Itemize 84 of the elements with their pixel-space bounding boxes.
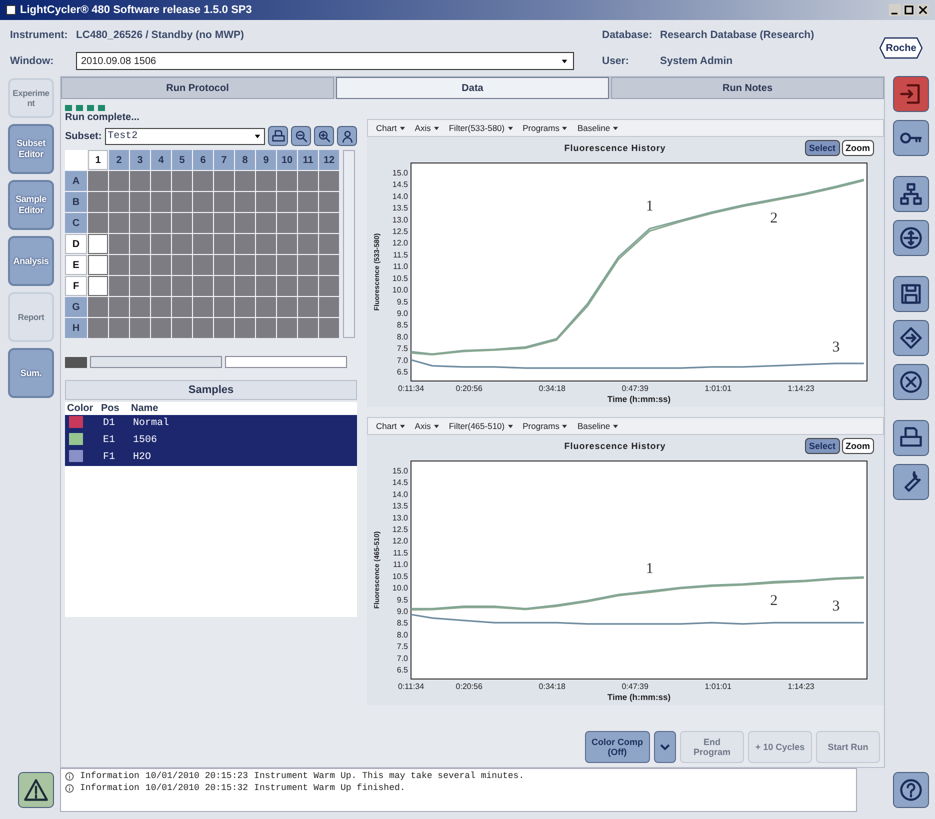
axis-tick-label: 6.5 xyxy=(396,666,408,675)
field-label: Window: xyxy=(10,55,55,67)
axis-tick-label: 10.0 xyxy=(392,286,408,295)
table-cell-text: F1 xyxy=(103,452,116,463)
axis-tick-label: 15.0 xyxy=(392,168,408,178)
curve-label: 1 xyxy=(646,561,654,578)
axis-tick-label: 0:11:34 xyxy=(398,384,424,393)
axis-tick-label: 1:14:23 xyxy=(788,384,814,393)
axis-tick-label: 14.0 xyxy=(392,192,408,201)
window-title: LightCycler® 480 Software release 1.5.0 SP3 xyxy=(20,4,253,16)
axis-tick-label: 9.5 xyxy=(396,595,408,604)
axis-tick-label: 10.5 xyxy=(392,274,408,283)
axis-tick-label: 0:11:34 xyxy=(398,682,424,691)
axis-tick-label: 11.0 xyxy=(393,560,408,570)
panel-title: Samples xyxy=(65,380,357,400)
log-level: Information xyxy=(80,771,140,781)
axis-tick-label: 8.5 xyxy=(396,618,408,628)
table-cell-text: 1506 xyxy=(133,435,158,446)
column-header: Pos xyxy=(100,402,120,415)
axis-tick-label: 9.0 xyxy=(396,607,408,616)
axis-tick-label: 10.5 xyxy=(392,572,408,581)
table-cell-text: H2O xyxy=(133,452,152,463)
axis-tick-label: 1:01:01 xyxy=(704,682,732,691)
log-message: Instrument Warm Up. This may take several minutes. xyxy=(254,771,524,781)
chart-title: Fluorescence History xyxy=(563,441,667,451)
axis-tick-label: 12.0 xyxy=(392,536,408,546)
field-label: User: xyxy=(602,55,630,67)
axis-tick-label: 0:34:18 xyxy=(538,682,566,691)
axis-tick-label: 13.5 xyxy=(392,204,408,213)
axis-tick-label: 13.0 xyxy=(392,513,408,522)
user-name: System Admin xyxy=(660,55,734,67)
axis-tick-label: 6.5 xyxy=(396,368,408,377)
axis-tick-label: 13.5 xyxy=(392,502,408,511)
column-header: Color xyxy=(66,402,94,415)
axis-tick-label: 12.5 xyxy=(392,524,408,534)
axis-tick-label: 14.0 xyxy=(392,490,408,499)
curve-label: 3 xyxy=(832,598,840,615)
axis-tick-label: 9.5 xyxy=(396,297,408,306)
axis-tick-label: 9.0 xyxy=(396,309,408,318)
axis-tick-label: 11.5 xyxy=(393,250,408,260)
axis-tick-label: 0:47:39 xyxy=(622,384,648,393)
field-label: Database: xyxy=(602,29,654,41)
run-status: Run complete... xyxy=(65,112,140,123)
axis-title: Time (h:mm:ss) xyxy=(607,692,671,702)
axis-tick-label: 15.0 xyxy=(392,466,408,476)
axis-tick-label: 0:34:18 xyxy=(538,384,566,393)
chart-title: Fluorescence History xyxy=(563,143,667,153)
axis-tick-label: 8.5 xyxy=(396,320,408,330)
axis-tick-label: 0:47:39 xyxy=(622,682,648,691)
axis-tick-label: 8.0 xyxy=(396,332,408,342)
axis-tick-label: 14.5 xyxy=(392,478,408,488)
axis-tick-label: 8.0 xyxy=(396,630,408,640)
axis-tick-label: 1:01:01 xyxy=(704,384,732,393)
log-level: Information xyxy=(80,783,140,793)
axis-tick-label: 12.5 xyxy=(392,226,408,236)
axis-tick-label: 7.0 xyxy=(396,654,408,663)
axis-tick-label: 12.0 xyxy=(392,238,408,248)
curve-label: 3 xyxy=(832,339,840,356)
log-message: Instrument Warm Up finished. xyxy=(254,783,406,793)
field-label: Subset: xyxy=(65,130,102,142)
axis-tick-label: 7.0 xyxy=(396,356,408,365)
axis-tick-label: 1:14:23 xyxy=(788,682,814,691)
table-cell-text: Normal xyxy=(133,418,170,429)
axis-tick-label: 11.5 xyxy=(393,548,408,558)
axis-tick-label: 14.5 xyxy=(392,180,408,190)
table-cell-text: E1 xyxy=(103,435,116,446)
database-name: Research Database (Research) xyxy=(660,29,816,41)
curve-label: 2 xyxy=(770,210,778,226)
table-cell-text: D1 xyxy=(103,418,116,429)
axis-tick-label: 13.0 xyxy=(392,215,408,224)
axis-tick-label: 7.5 xyxy=(396,642,408,652)
axis-title: Time (h:mm:ss) xyxy=(607,394,671,404)
log-time: 10/01/2010 20:15:23 xyxy=(145,771,248,781)
log-time: 10/01/2010 20:15:32 xyxy=(145,783,248,793)
instrument-status: LC480_26526 / Standby (no MWP) xyxy=(76,29,246,41)
axis-tick-label: 0:20:56 xyxy=(456,384,482,393)
axis-tick-label: 11.0 xyxy=(393,262,408,272)
axis-tick-label: 7.5 xyxy=(396,344,408,354)
axis-tick-label: 0:20:56 xyxy=(456,682,482,691)
curve-label: 1 xyxy=(646,198,654,215)
column-header: Name xyxy=(130,402,160,415)
axis-tick-label: 10.0 xyxy=(392,584,408,593)
field-label: Instrument: xyxy=(10,29,69,41)
curve-label: 2 xyxy=(770,592,778,609)
